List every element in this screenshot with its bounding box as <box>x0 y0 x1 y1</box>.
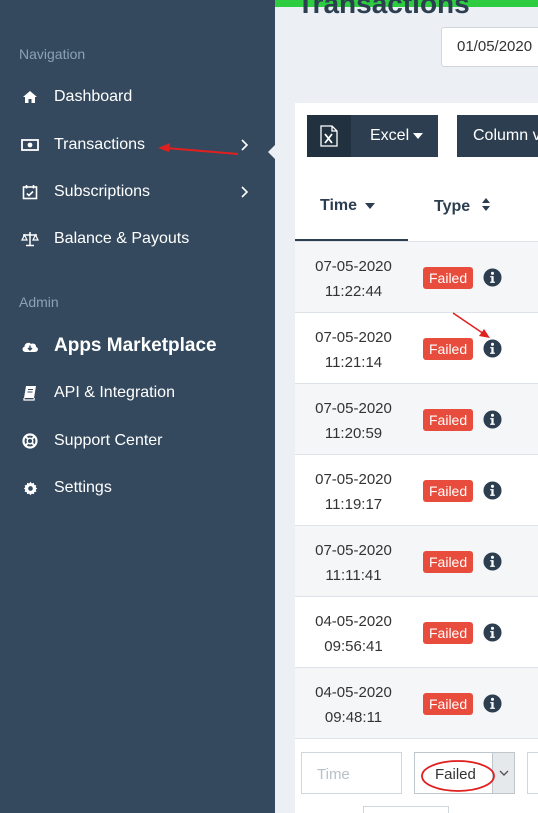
table-row[interactable]: 07-05-2020 11:21:14 Failed <box>295 312 538 383</box>
sidebar-item-label: Settings <box>54 479 112 496</box>
column-visibility-button[interactable]: Column v <box>457 115 538 157</box>
active-indicator <box>268 145 275 159</box>
sidebar-item-label: Subscriptions <box>54 183 151 200</box>
row-time: 09:56:41 <box>324 638 383 655</box>
table-row[interactable]: 07-05-2020 11:22:44 Failed <box>295 241 538 312</box>
home-icon <box>21 88 39 106</box>
row-timestamp: 04-05-2020 09:56:41 <box>295 609 412 659</box>
status-badge: Failed <box>423 551 474 573</box>
select-arrow[interactable] <box>492 753 514 793</box>
column-visibility-label: Column v <box>473 127 538 144</box>
row-time: 11:11:41 <box>325 567 382 584</box>
status-badge: Failed <box>423 338 474 360</box>
page-size-select[interactable] <box>363 806 449 813</box>
sidebar-item-label: Balance & Payouts <box>54 230 190 247</box>
sidebar-item-apps-marketplace[interactable]: Apps Marketplace <box>0 326 275 366</box>
sidebar-item-label: Apps Marketplace <box>54 335 217 356</box>
table-row[interactable]: 07-05-2020 11:20:59 Failed <box>295 383 538 454</box>
filter-input[interactable] <box>527 752 538 794</box>
gear-icon <box>21 479 39 497</box>
cloud-download-icon <box>21 337 39 355</box>
info-icon[interactable] <box>483 481 502 500</box>
admin-heading: Admin <box>19 294 59 310</box>
nav-heading: Navigation <box>19 46 86 62</box>
type-filter-value: Failed <box>435 766 476 783</box>
info-icon[interactable] <box>483 268 502 287</box>
sort-icon <box>481 198 490 211</box>
page-title: Transactions <box>297 0 470 19</box>
sidebar-item-support-center[interactable]: Support Center <box>0 421 275 461</box>
info-icon[interactable] <box>483 552 502 571</box>
sidebar-item-label: Support Center <box>54 432 163 449</box>
sidebar-item-label: API & Integration <box>54 384 175 401</box>
row-timestamp: 07-05-2020 11:19:17 <box>295 467 412 517</box>
row-date: 07-05-2020 <box>315 258 392 275</box>
table-row[interactable]: 04-05-2020 09:56:41 Failed <box>295 596 538 667</box>
chevron-down-icon <box>499 770 508 776</box>
info-icon[interactable] <box>483 694 502 713</box>
chevron-right-icon <box>241 186 249 198</box>
table-row[interactable]: 07-05-2020 11:11:41 Failed <box>295 525 538 596</box>
row-date: 04-05-2020 <box>315 613 392 630</box>
row-time: 09:48:11 <box>324 709 383 726</box>
info-icon[interactable] <box>483 339 502 358</box>
column-header-type[interactable]: Type <box>434 197 491 216</box>
sidebar-item-transactions[interactable]: Transactions <box>0 125 275 165</box>
chevron-right-icon <box>241 139 249 151</box>
sidebar-item-settings[interactable]: Settings <box>0 468 275 508</box>
calendar-check-icon <box>21 183 39 201</box>
excel-export-button[interactable]: Excel <box>307 115 438 157</box>
book-icon <box>21 384 39 402</box>
sort-desc-icon <box>365 202 376 209</box>
money-icon <box>21 136 39 154</box>
row-time: 11:22:44 <box>324 283 383 300</box>
caret-down-icon <box>413 133 424 139</box>
status-badge: Failed <box>423 693 474 715</box>
row-time: 11:19:17 <box>324 496 383 513</box>
balance-scale-icon <box>21 230 39 248</box>
date-range-input[interactable]: 01/05/2020 <box>441 27 538 67</box>
status-badge: Failed <box>423 409 474 431</box>
row-date: 04-05-2020 <box>315 684 392 701</box>
info-icon[interactable] <box>483 410 502 429</box>
status-badge: Failed <box>423 267 474 289</box>
sidebar-item-api-integration[interactable]: API & Integration <box>0 373 275 413</box>
info-icon[interactable] <box>483 623 502 642</box>
table-row[interactable]: 04-05-2020 09:48:11 Failed <box>295 667 538 738</box>
row-timestamp: 07-05-2020 11:22:44 <box>295 254 412 304</box>
status-badge: Failed <box>423 622 474 644</box>
row-date: 07-05-2020 <box>315 329 392 346</box>
row-timestamp: 04-05-2020 09:48:11 <box>295 680 412 730</box>
column-header-type-label: Type <box>434 198 471 215</box>
type-filter-select[interactable]: Failed <box>414 752 515 794</box>
sidebar-item-label: Transactions <box>54 136 145 153</box>
column-header-time[interactable]: Time <box>320 197 376 215</box>
sidebar-item-label: Dashboard <box>54 88 133 105</box>
status-badge: Failed <box>423 480 474 502</box>
table-row[interactable]: 07-05-2020 11:19:17 Failed <box>295 454 538 525</box>
row-timestamp: 07-05-2020 11:21:14 <box>295 325 412 375</box>
sidebar: Navigation Dashboard Transactions Subscr… <box>0 0 275 813</box>
column-header-time-label: Time <box>320 197 358 214</box>
row-timestamp: 07-05-2020 11:20:59 <box>295 396 412 446</box>
time-filter-input[interactable]: Time <box>301 752 402 794</box>
life-ring-icon <box>21 432 39 450</box>
sidebar-item-subscriptions[interactable]: Subscriptions <box>0 172 275 212</box>
excel-label: Excel <box>370 127 410 144</box>
row-date: 07-05-2020 <box>315 400 392 417</box>
excel-file-icon <box>307 115 351 157</box>
row-date: 07-05-2020 <box>315 471 392 488</box>
sidebar-item-dashboard[interactable]: Dashboard <box>0 77 275 117</box>
row-time: 11:21:14 <box>324 354 383 371</box>
sidebar-item-balance-payouts[interactable]: Balance & Payouts <box>0 219 275 259</box>
row-time: 11:20:59 <box>324 425 383 442</box>
row-date: 07-05-2020 <box>315 542 392 559</box>
row-timestamp: 07-05-2020 11:11:41 <box>295 538 412 588</box>
